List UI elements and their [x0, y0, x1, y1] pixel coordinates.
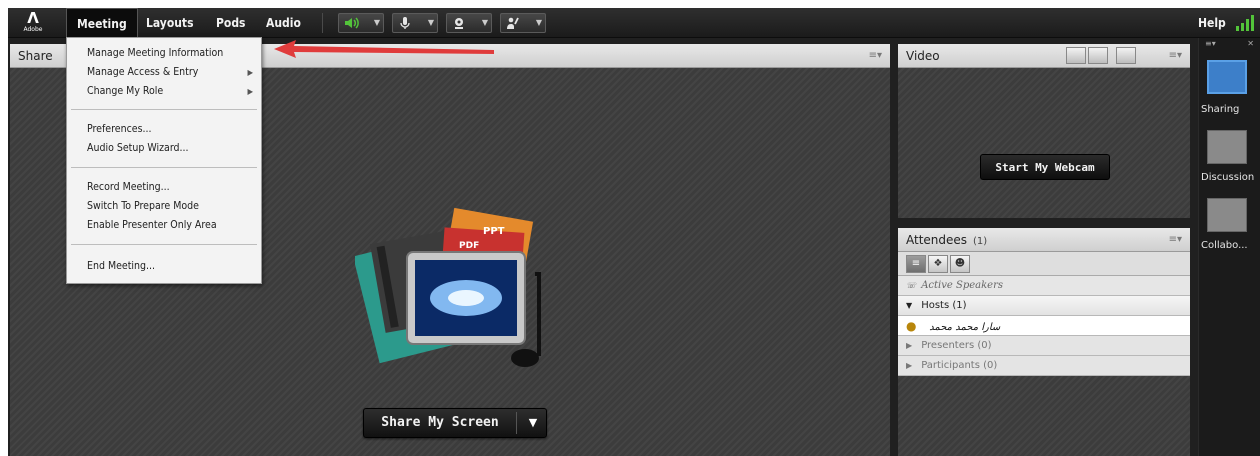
menu-item-end-meeting[interactable]: End Meeting... — [67, 257, 261, 276]
menu-item-switch-to-prepare-mode[interactable]: Switch To Prepare Mode — [67, 197, 261, 216]
chevron-down-icon: ▼ — [427, 18, 434, 27]
speaker-button[interactable]: ▼ — [338, 13, 384, 33]
attendees-toolbar: ≡ ❖ ☻ — [898, 252, 1190, 276]
attendee-user-row[interactable]: ● ﺳﺎﺭﺍ ﻣﺤﻤﺪ ﻣﺤﻤﺪ — [898, 316, 1190, 336]
filmstrip-view-icon[interactable] — [1088, 47, 1108, 64]
layouts-menu-icon[interactable]: ≡▾ — [1205, 39, 1216, 48]
attendees-pod-header: Attendees (1) ≡▾ — [898, 228, 1190, 252]
split-divider — [516, 412, 517, 434]
list-view-icon[interactable]: ≡ — [906, 255, 926, 273]
menu-item-label: Audio Setup Wizard... — [87, 142, 189, 154]
menu-item-preferences[interactable]: Preferences... — [67, 120, 261, 139]
pdf-label: PDF — [459, 241, 479, 251]
menu-item-label: Change My Role — [87, 85, 164, 97]
menu-separator — [71, 244, 257, 245]
attendees-pod: Attendees (1) ≡▾ ≡ ❖ ☻ ☏ Active Speakers … — [898, 228, 1190, 456]
adobe-logo: Λ Adobe — [23, 9, 43, 33]
meeting-dropdown-menu: Manage Meeting Information Manage Access… — [66, 37, 262, 284]
layouts-bar: ≡▾ ✕ Sharing Discussion Collabo... — [1198, 38, 1260, 456]
presenters-group-row[interactable]: ▶ Presenters (0) — [898, 336, 1190, 356]
start-webcam-button[interactable]: Start My Webcam — [980, 154, 1110, 180]
menu-pods[interactable]: Pods — [206, 8, 255, 38]
grid-view-icon[interactable] — [1066, 47, 1086, 64]
attendees-title-text: Attendees — [906, 233, 968, 247]
toolbar-divider — [322, 13, 323, 33]
chevron-down-icon: ▼ — [535, 18, 542, 27]
participants-group-row[interactable]: ▶ Participants (0) — [898, 356, 1190, 376]
pod-options-icon[interactable]: ≡▾ — [869, 44, 882, 68]
phone-icon: ☏ — [906, 281, 917, 290]
menu-meeting[interactable]: Meeting — [66, 8, 138, 38]
layout-label-discussion[interactable]: Discussion — [1201, 172, 1260, 183]
connection-signal-icon — [1236, 15, 1254, 31]
menu-item-change-my-role[interactable]: Change My Role ▶ — [67, 82, 261, 101]
submenu-arrow-icon: ▶ — [247, 68, 253, 77]
chevron-down-icon: ▼ — [481, 18, 488, 27]
layout-label-sharing[interactable]: Sharing — [1201, 104, 1260, 115]
annotation-arrow-icon — [274, 40, 494, 58]
pod-options-icon[interactable]: ≡▾ — [1169, 228, 1182, 252]
participants-label: Participants (0) — [921, 360, 998, 371]
microphone-icon — [400, 17, 410, 29]
expand-right-icon: ▶ — [906, 361, 913, 370]
layout-thumb-collaboration[interactable] — [1207, 198, 1247, 232]
chevron-down-icon[interactable]: ▼ — [522, 409, 544, 437]
menu-item-label: End Meeting... — [87, 260, 156, 272]
menu-separator — [71, 109, 257, 110]
attendee-options-icon[interactable]: ☻ — [950, 255, 970, 273]
attendees-pod-title: Attendees (1) — [906, 228, 987, 254]
menu-item-label: Switch To Prepare Mode — [87, 200, 199, 212]
share-screen-illustration: PPT PDF — [355, 207, 541, 367]
share-my-screen-button[interactable]: Share My Screen ▼ — [363, 408, 547, 438]
menu-item-label: Manage Access & Entry — [87, 66, 199, 78]
chevron-down-icon: ▼ — [373, 18, 380, 27]
speaker-icon — [345, 17, 359, 29]
microphone-button[interactable]: ▼ — [392, 13, 438, 33]
expand-right-icon: ▶ — [906, 341, 913, 350]
menu-item-label: Manage Meeting Information — [87, 47, 224, 59]
hosts-group-row[interactable]: ▼ Hosts (1) — [898, 296, 1190, 316]
share-pod-title: Share — [18, 49, 53, 63]
active-speakers-row: ☏ Active Speakers — [898, 276, 1190, 296]
active-speakers-label: Active Speakers — [921, 280, 1003, 291]
menu-audio[interactable]: Audio — [256, 8, 311, 38]
webcam-button[interactable]: ▼ — [446, 13, 492, 33]
video-pod-header: Video ≡▾ — [898, 44, 1190, 68]
menu-help[interactable]: Help — [1198, 8, 1226, 38]
layout-thumb-sharing[interactable] — [1207, 60, 1247, 94]
video-pod-title: Video — [906, 49, 940, 63]
menu-item-enable-presenter-only-area[interactable]: Enable Presenter Only Area — [67, 216, 261, 235]
attendees-count: (1) — [973, 236, 988, 247]
share-my-screen-label: Share My Screen — [381, 415, 499, 430]
close-icon[interactable]: ✕ — [1247, 39, 1254, 48]
status-view-icon[interactable]: ❖ — [928, 255, 948, 273]
layout-thumb-discussion[interactable] — [1207, 130, 1247, 164]
webcam-icon — [455, 18, 463, 29]
layout-label-collaboration[interactable]: Collabo... — [1201, 240, 1260, 251]
expand-down-icon: ▼ — [906, 301, 913, 310]
menu-layouts[interactable]: Layouts — [136, 8, 204, 38]
video-pod: Video ≡▾ Start My Webcam — [898, 44, 1190, 218]
fullscreen-icon[interactable] — [1116, 47, 1136, 64]
ppt-label: PPT — [483, 226, 505, 237]
menu-item-label: Preferences... — [87, 123, 152, 135]
hosts-label: Hosts (1) — [921, 300, 967, 311]
menu-item-label: Enable Presenter Only Area — [87, 219, 217, 231]
host-user-name: ﺳﺎﺭﺍ ﻣﺤﻤﺪ ﻣﺤﻤﺪ — [929, 322, 1001, 333]
pod-options-icon[interactable]: ≡▾ — [1169, 44, 1182, 68]
menu-item-audio-setup-wizard[interactable]: Audio Setup Wizard... — [67, 139, 261, 158]
menu-item-manage-meeting-information[interactable]: Manage Meeting Information — [67, 44, 261, 63]
submenu-arrow-icon: ▶ — [247, 87, 253, 96]
raise-hand-button[interactable]: ▼ — [500, 13, 546, 33]
adobe-logo-text: Adobe — [23, 26, 43, 33]
menu-item-label: Record Meeting... — [87, 181, 170, 193]
presenters-label: Presenters (0) — [921, 340, 992, 351]
menubar: Λ Adobe Meeting Layouts Pods Audio ▼ ▼ ▼ — [8, 8, 1260, 38]
menu-separator — [71, 167, 257, 168]
menu-item-manage-access-entry[interactable]: Manage Access & Entry ▶ — [67, 63, 261, 82]
raise-hand-icon — [507, 17, 519, 29]
menu-item-record-meeting[interactable]: Record Meeting... — [67, 178, 261, 197]
host-user-icon: ● — [906, 319, 917, 333]
